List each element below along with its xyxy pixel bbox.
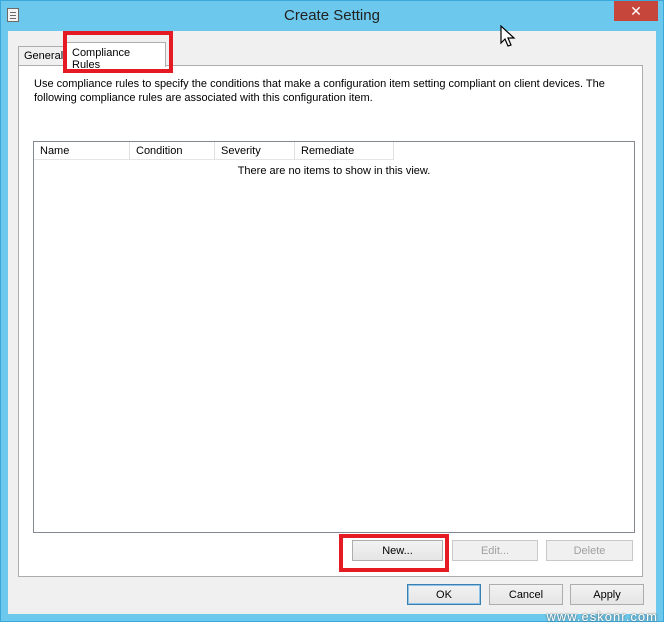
column-header-severity[interactable]: Severity: [215, 142, 295, 160]
create-setting-window: Create Setting ✕ General Compliance Rule…: [0, 0, 664, 622]
mouse-pointer-icon: [500, 25, 516, 47]
edit-button[interactable]: Edit...: [452, 540, 538, 561]
apply-button[interactable]: Apply: [570, 584, 644, 605]
delete-button[interactable]: Delete: [546, 540, 633, 561]
column-header-remediate[interactable]: Remediate: [295, 142, 394, 160]
close-button[interactable]: ✕: [614, 1, 658, 21]
title-bar[interactable]: Create Setting ✕: [1, 1, 663, 31]
window-title: Create Setting: [284, 7, 380, 24]
cancel-button[interactable]: Cancel: [489, 584, 563, 605]
panel-description: Use compliance rules to specify the cond…: [34, 78, 605, 104]
highlight-box-tab: [63, 31, 173, 73]
watermark: www.eskonr.com: [546, 609, 658, 624]
compliance-rules-panel: Use compliance rules to specify the cond…: [18, 65, 643, 577]
ok-button[interactable]: OK: [407, 584, 481, 605]
dialog-client-area: General Compliance Rules Use compliance …: [8, 31, 656, 614]
empty-list-message: There are no items to show in this view.: [237, 165, 431, 177]
tab-general[interactable]: General: [18, 46, 64, 66]
compliance-rules-list[interactable]: Name Condition Severity Remediate There …: [33, 141, 635, 533]
column-header-condition[interactable]: Condition: [130, 142, 215, 160]
highlight-box-new-button: [339, 534, 449, 572]
column-header-name[interactable]: Name: [34, 142, 130, 160]
list-header: Name Condition Severity Remediate: [34, 142, 394, 160]
